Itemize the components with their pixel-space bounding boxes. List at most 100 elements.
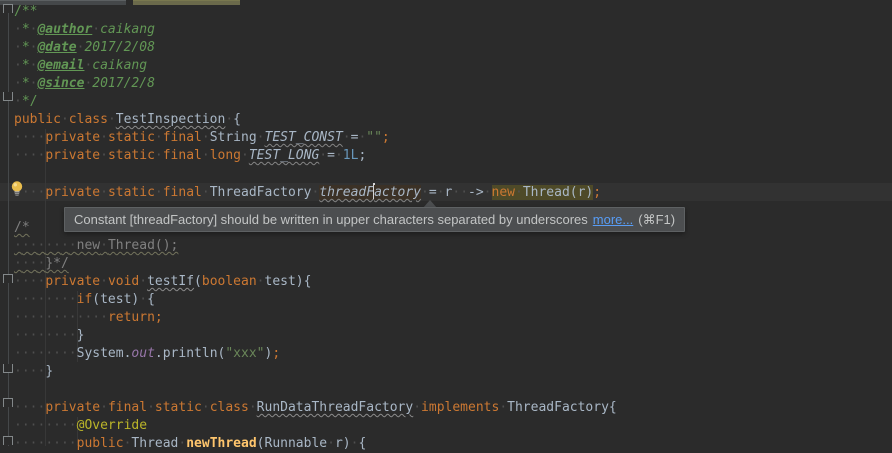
whitespace-dot: ·: [53, 292, 61, 307]
whitespace-dot: ·: [14, 238, 22, 253]
whitespace-dot: ·: [14, 256, 22, 271]
whitespace-dot: ·: [45, 418, 53, 433]
whitespace-dot: ·: [14, 58, 22, 73]
code-line[interactable]: ········System.out.println("xxx");: [14, 345, 617, 363]
whitespace-dot: ·: [53, 436, 61, 451]
code-line[interactable]: ·*·@email·caikang: [14, 57, 617, 75]
code-line[interactable]: ········new·Thread();: [14, 237, 617, 255]
whitespace-dot: ·: [53, 346, 61, 361]
code-line[interactable]: ·*·@date·2017/2/08: [14, 39, 617, 57]
whitespace-dot: ·: [202, 185, 210, 200]
whitespace-dot: ·: [69, 238, 77, 253]
whitespace-dot: ·: [53, 418, 61, 433]
whitespace-dot: ·: [61, 112, 69, 127]
gutter-fold-line: [8, 5, 9, 446]
whitespace-dot: ·: [69, 310, 77, 325]
code-line[interactable]: ············return;: [14, 309, 617, 327]
whitespace-dot: ·: [14, 364, 22, 379]
whitespace-dot: ·: [437, 185, 445, 200]
code-line[interactable]: ········public·Thread·newThread(Runnable…: [14, 435, 617, 453]
tooltip-more-link[interactable]: more...: [593, 212, 633, 227]
code-line[interactable]: ····}*/: [14, 255, 617, 273]
whitespace-dot: ·: [22, 364, 30, 379]
whitespace-dot: ·: [22, 400, 30, 415]
code-line[interactable]: ····}: [14, 363, 617, 381]
whitespace-dot: ·: [108, 112, 116, 127]
code-line[interactable]: ····private·static·final·String·TEST_CON…: [14, 129, 617, 147]
whitespace-dot: ·: [139, 274, 147, 289]
whitespace-dot: ·: [14, 310, 22, 325]
intention-lightbulb-icon[interactable]: [9, 180, 25, 197]
whitespace-dot: ·: [69, 292, 77, 307]
whitespace-dot: ·: [14, 130, 22, 145]
whitespace-dot: ·: [202, 400, 210, 415]
whitespace-dot: ·: [100, 400, 108, 415]
whitespace-dot: ·: [14, 346, 22, 361]
whitespace-dot: ·: [452, 185, 460, 200]
whitespace-dot: ·: [69, 328, 77, 343]
whitespace-dot: ·: [460, 185, 468, 200]
fold-marker-open[interactable]: [3, 4, 13, 13]
code-line[interactable]: ·*·@author·caikang: [14, 21, 617, 39]
whitespace-dot: ·: [45, 238, 53, 253]
fold-marker-open[interactable]: [3, 436, 13, 445]
code-line[interactable]: ·*/: [14, 93, 617, 111]
whitespace-dot: ·: [45, 310, 53, 325]
fold-marker-close[interactable]: [3, 364, 13, 373]
whitespace-dot: ·: [155, 130, 163, 145]
code-line[interactable]: ····private·final·static·class·RunDataTh…: [14, 399, 617, 417]
whitespace-dot: ·: [14, 40, 22, 55]
whitespace-dot: ·: [92, 22, 100, 37]
code-line[interactable]: [14, 165, 617, 183]
whitespace-dot: ·: [14, 94, 22, 109]
whitespace-dot: ·: [61, 238, 69, 253]
whitespace-dot: ·: [22, 274, 30, 289]
fold-marker-open[interactable]: [3, 398, 13, 407]
inspection-tooltip: Constant [threadFactory] should be writt…: [64, 207, 685, 232]
code-line[interactable]: /**: [14, 3, 617, 21]
code-line[interactable]: public·class·TestInspection·{: [14, 111, 617, 129]
fold-marker-close[interactable]: [3, 92, 13, 101]
whitespace-dot: ·: [14, 22, 22, 37]
whitespace-dot: ·: [14, 76, 22, 91]
whitespace-dot: ·: [351, 436, 359, 451]
code-line[interactable]: ····private·static·final·ThreadFactory·t…: [14, 183, 617, 201]
whitespace-dot: ·: [100, 238, 108, 253]
whitespace-dot: ·: [155, 148, 163, 163]
whitespace-dot: ·: [14, 148, 22, 163]
fold-marker-open[interactable]: [3, 274, 13, 283]
whitespace-dot: ·: [45, 292, 53, 307]
whitespace-dot: ·: [257, 274, 265, 289]
whitespace-dot: ·: [14, 400, 22, 415]
whitespace-dot: ·: [100, 310, 108, 325]
whitespace-dot: ·: [202, 148, 210, 163]
whitespace-dot: ·: [22, 256, 30, 271]
whitespace-dot: ·: [319, 148, 327, 163]
whitespace-dot: ·: [22, 292, 30, 307]
whitespace-dot: ·: [37, 364, 45, 379]
code-line[interactable]: ····private·static·final·long·TEST_LONG·…: [14, 147, 617, 165]
whitespace-dot: ·: [61, 436, 69, 451]
whitespace-dot: ·: [69, 346, 77, 361]
whitespace-dot: ·: [124, 436, 132, 451]
code-line[interactable]: ········@Override: [14, 417, 617, 435]
whitespace-dot: ·: [22, 328, 30, 343]
whitespace-dot: ·: [14, 292, 22, 307]
whitespace-dot: ·: [22, 310, 30, 325]
whitespace-dot: ·: [22, 148, 30, 163]
whitespace-dot: ·: [22, 346, 30, 361]
code-line[interactable]: ·*·@since·2017/2/8: [14, 75, 617, 93]
code-line[interactable]: [14, 381, 617, 399]
whitespace-dot: ·: [69, 436, 77, 451]
whitespace-dot: ·: [14, 418, 22, 433]
whitespace-dot: ·: [22, 418, 30, 433]
whitespace-dot: ·: [45, 346, 53, 361]
code-line[interactable]: ········if(test)·{: [14, 291, 617, 309]
whitespace-dot: ·: [100, 185, 108, 200]
whitespace-dot: ·: [14, 274, 22, 289]
whitespace-dot: ·: [202, 130, 210, 145]
code-line[interactable]: ····private·void·testIf(boolean·test){: [14, 273, 617, 291]
whitespace-dot: ·: [45, 328, 53, 343]
whitespace-dot: ·: [249, 400, 257, 415]
code-line[interactable]: ········}: [14, 327, 617, 345]
